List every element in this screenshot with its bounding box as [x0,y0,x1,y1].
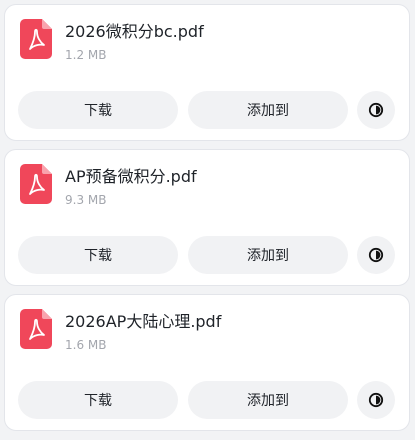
more-button[interactable] [357,91,395,129]
file-name: 2026AP大陆心理.pdf [65,312,222,331]
file-card: AP预备微积分.pdf 9.3 MB 下载 添加到 [4,149,410,286]
pdf-file-icon [20,164,52,204]
download-button[interactable]: 下载 [18,381,178,419]
download-button[interactable]: 下载 [18,91,178,129]
file-size: 9.3 MB [65,193,107,207]
file-card: 2026AP大陆心理.pdf 1.6 MB 下载 添加到 [4,294,410,431]
file-size: 1.2 MB [65,48,107,62]
download-button[interactable]: 下载 [18,236,178,274]
file-list: 2026微积分bc.pdf 1.2 MB 下载 添加到 AP预备微积分.pdf … [0,0,415,440]
file-name: AP预备微积分.pdf [65,167,197,186]
pdf-file-icon [20,309,52,349]
circle-toggle-icon [368,102,384,118]
more-button[interactable] [357,381,395,419]
file-card: 2026微积分bc.pdf 1.2 MB 下载 添加到 [4,4,410,141]
pdf-file-icon [20,19,52,59]
add-to-button[interactable]: 添加到 [188,236,348,274]
circle-toggle-icon [368,247,384,263]
file-name: 2026微积分bc.pdf [65,22,204,41]
file-size: 1.6 MB [65,338,107,352]
add-to-button[interactable]: 添加到 [188,381,348,419]
more-button[interactable] [357,236,395,274]
circle-toggle-icon [368,392,384,408]
add-to-button[interactable]: 添加到 [188,91,348,129]
